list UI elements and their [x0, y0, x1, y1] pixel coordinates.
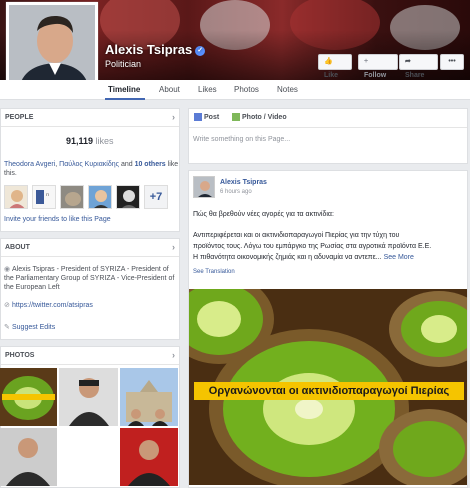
photo-icon — [232, 113, 240, 121]
edit-icon: ✎ — [4, 324, 10, 331]
post-text-line: Η πιθανότητα οικονομικής ζημιάς και η αδ… — [193, 252, 449, 263]
friend-avatar[interactable] — [88, 185, 112, 209]
friend-avatar-image: Π — [33, 186, 55, 208]
about-bio: ◉ Alexis Tsipras - President of SYRIZA - … — [4, 265, 180, 292]
post-tab-label: Post — [204, 113, 220, 121]
photo-kiwi-thumb — [0, 368, 57, 426]
photo-building-thumb — [120, 368, 178, 426]
chevron-right-icon[interactable]: › — [172, 242, 175, 252]
post-icon — [194, 113, 202, 121]
more-button[interactable]: ••• — [440, 54, 464, 70]
more-friends-badge[interactable]: +7 — [144, 185, 168, 209]
tab-photos[interactable]: Photos — [234, 85, 259, 94]
page-category: Politician — [105, 59, 142, 69]
friends-like-text: Theodora Avgeri, Παύλος Κυριακίδης and 1… — [4, 161, 179, 177]
photo-thumbnail[interactable] — [0, 368, 57, 426]
others-link[interactable]: 10 others — [135, 161, 166, 168]
composer-divider — [189, 127, 467, 128]
verified-icon: ✓ — [195, 45, 206, 56]
post-author-avatar[interactable] — [193, 176, 215, 198]
post-timestamp[interactable]: 6 hours ago — [220, 189, 252, 195]
post-text-line: Αντιπεριφέρεται και οι ακτινιδιοπαραγωγο… — [193, 232, 400, 239]
like-button-label: Like — [324, 72, 339, 79]
about-suggest: ✎ Suggest Edits — [4, 323, 180, 332]
active-tab-indicator — [105, 98, 145, 100]
post-avatar-image — [194, 177, 214, 197]
svg-text:Π: Π — [46, 192, 49, 197]
share-button[interactable]: ➦ Share — [399, 54, 438, 79]
photos-header[interactable]: PHOTOS › — [1, 347, 179, 365]
photo-speech-thumb — [59, 368, 118, 426]
tab-about[interactable]: About — [159, 85, 180, 94]
friend-avatar-image — [61, 186, 83, 208]
twitter-link[interactable]: https://twitter.com/atsipras — [12, 302, 93, 309]
likes-count: 91,119 likes — [66, 136, 114, 146]
tab-likes[interactable]: Likes — [198, 85, 217, 94]
post-author-name[interactable]: Alexis Tsipras — [220, 179, 267, 186]
composer-input[interactable]: Write something on this Page... — [193, 136, 290, 143]
post-text-line: προϊόντος τους. Λόγω του εμπάργκο της Ρω… — [193, 243, 432, 250]
friend-avatar-image — [5, 186, 27, 208]
photo-tab-label: Photo / Video — [242, 113, 287, 121]
link-icon: ⊘ — [4, 302, 10, 309]
tab-timeline[interactable]: Timeline — [108, 85, 140, 94]
photos-title: PHOTOS — [5, 352, 35, 359]
photo-thumbnail[interactable] — [120, 368, 178, 426]
friend-avatar[interactable] — [4, 185, 28, 209]
composer-post-tab[interactable]: Post — [194, 113, 219, 121]
follow-button[interactable]: + Follow — [358, 54, 398, 79]
post-image-caption: Οργανώνονται οι ακτινιδιοπαραγωγοί Πιερί… — [194, 382, 464, 400]
suggest-edits-link[interactable]: Suggest Edits — [12, 324, 55, 331]
share-button-label: Share — [405, 72, 425, 79]
see-more-link[interactable]: See More — [384, 254, 414, 261]
friend-link[interactable]: Παύλος Κυριακίδης — [59, 161, 119, 168]
profile-portrait-image — [9, 5, 95, 89]
page-name-text: Alexis Tsipras — [105, 42, 193, 57]
friend-avatar[interactable] — [116, 185, 140, 209]
friend-avatar-image — [117, 186, 139, 208]
people-title: PEOPLE — [5, 114, 34, 121]
friend-avatar[interactable]: Π — [32, 185, 56, 209]
follow-button-label: Follow — [364, 72, 387, 79]
people-header[interactable]: PEOPLE › — [1, 109, 179, 127]
globe-icon: ◉ — [4, 266, 11, 273]
friends-and: and — [120, 161, 133, 168]
like-button[interactable]: 👍 Like — [318, 54, 352, 79]
tab-notes[interactable]: Notes — [277, 85, 298, 94]
chevron-right-icon[interactable]: › — [172, 112, 175, 122]
about-header[interactable]: ABOUT › — [1, 239, 179, 257]
invite-friends-link[interactable]: Invite your friends to like this Page — [4, 216, 111, 223]
photo-portrait-thumb — [0, 428, 57, 486]
likes-number: 91,119 — [66, 136, 94, 146]
page-title[interactable]: Alexis Tsipras ✓ — [105, 42, 206, 57]
photo-thumbnail[interactable] — [59, 368, 118, 426]
photo-red-thumb — [120, 428, 178, 486]
post-text-truncated: Η πιθανότητα οικονομικής ζημιάς και η αδ… — [193, 254, 382, 261]
about-title: ABOUT — [5, 244, 30, 251]
composer-photo-tab[interactable]: Photo / Video — [232, 113, 287, 121]
likes-label: likes — [95, 136, 114, 146]
friend-avatar-image — [89, 186, 111, 208]
about-bio-text: Alexis Tsipras - President of SYRIZA - P… — [4, 266, 175, 291]
photo-thumbnail[interactable] — [0, 428, 57, 486]
photo-thumbnail[interactable] — [59, 428, 118, 486]
see-translation-link[interactable]: See Translation — [193, 269, 235, 275]
profile-picture[interactable] — [6, 2, 98, 92]
about-twitter: ⊘ https://twitter.com/atsipras — [4, 301, 180, 310]
photo-thumbnail[interactable] — [120, 428, 178, 486]
friend-link[interactable]: Theodora Avgeri — [4, 161, 55, 168]
friend-avatar[interactable] — [60, 185, 84, 209]
chevron-right-icon[interactable]: › — [172, 350, 175, 360]
post-text-line: Πώς θα βρεθούν νέες αγορές για τα ακτινί… — [193, 211, 334, 218]
